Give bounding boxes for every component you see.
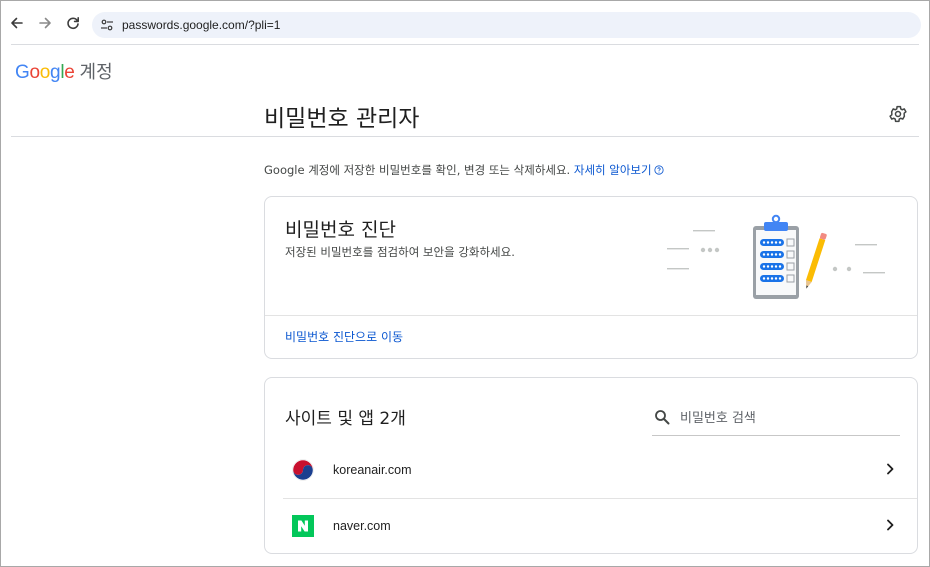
reload-button[interactable] — [63, 13, 83, 33]
checkup-title: 비밀번호 진단 — [285, 219, 396, 241]
clipboard-checklist-illustration — [667, 214, 885, 299]
browser-toolbar: passwords.google.com/?pli=1 — [1, 1, 929, 45]
page-title: 비밀번호 관리자 — [264, 106, 420, 132]
site-row-koreanair[interactable]: koreanair.com — [283, 443, 917, 498]
google-account-logo[interactable]: Google 계정 — [15, 58, 113, 84]
url-text[interactable]: passwords.google.com/?pli=1 — [122, 18, 280, 32]
sites-count-title: 사이트 및 앱 2개 — [285, 409, 406, 429]
gear-icon — [889, 105, 907, 123]
arrow-left-icon — [11, 17, 23, 29]
chevron-right-icon — [887, 519, 894, 531]
browser-window: passwords.google.com/?pli=1 Google 계정 비밀… — [0, 0, 930, 567]
tune-icon[interactable] — [100, 18, 114, 32]
title-divider — [11, 136, 919, 137]
checkup-description: 저장된 비밀번호를 점검하여 보안을 강화하세요. — [285, 245, 515, 259]
learn-more-link[interactable]: 자세히 알아보기 — [574, 163, 652, 177]
account-word: 계정 — [79, 62, 113, 83]
google-logo: Google — [15, 62, 75, 83]
settings-button[interactable] — [888, 104, 908, 124]
search-input[interactable] — [680, 406, 890, 430]
forward-button[interactable] — [35, 13, 55, 33]
koreanair-logo-icon — [292, 459, 314, 481]
card-divider — [265, 315, 917, 316]
site-name: koreanair.com — [333, 463, 412, 477]
site-row-naver[interactable]: naver.com — [283, 499, 917, 554]
password-checkup-card: 비밀번호 진단 저장된 비밀번호를 점검하여 보안을 강화하세요. 비밀번호 진… — [264, 196, 918, 359]
back-button[interactable] — [7, 13, 27, 33]
arrow-right-icon — [39, 17, 51, 29]
search-icon — [655, 410, 670, 425]
naver-logo-icon — [292, 515, 314, 537]
reload-icon — [67, 17, 79, 30]
help-circle-icon[interactable] — [654, 164, 664, 175]
go-to-checkup-link[interactable]: 비밀번호 진단으로 이동 — [285, 328, 403, 345]
address-bar[interactable]: passwords.google.com/?pli=1 — [92, 12, 921, 38]
intro-text: Google 계정에 저장한 비밀번호를 확인, 변경 또는 삭제하세요. 자세… — [264, 162, 664, 178]
sites-and-apps-card: 사이트 및 앱 2개 koreanair.com naver.com — [264, 377, 918, 554]
chevron-right-icon — [887, 463, 894, 475]
toolbar-divider — [11, 44, 919, 45]
site-name: naver.com — [333, 519, 391, 533]
password-search[interactable] — [652, 400, 900, 436]
